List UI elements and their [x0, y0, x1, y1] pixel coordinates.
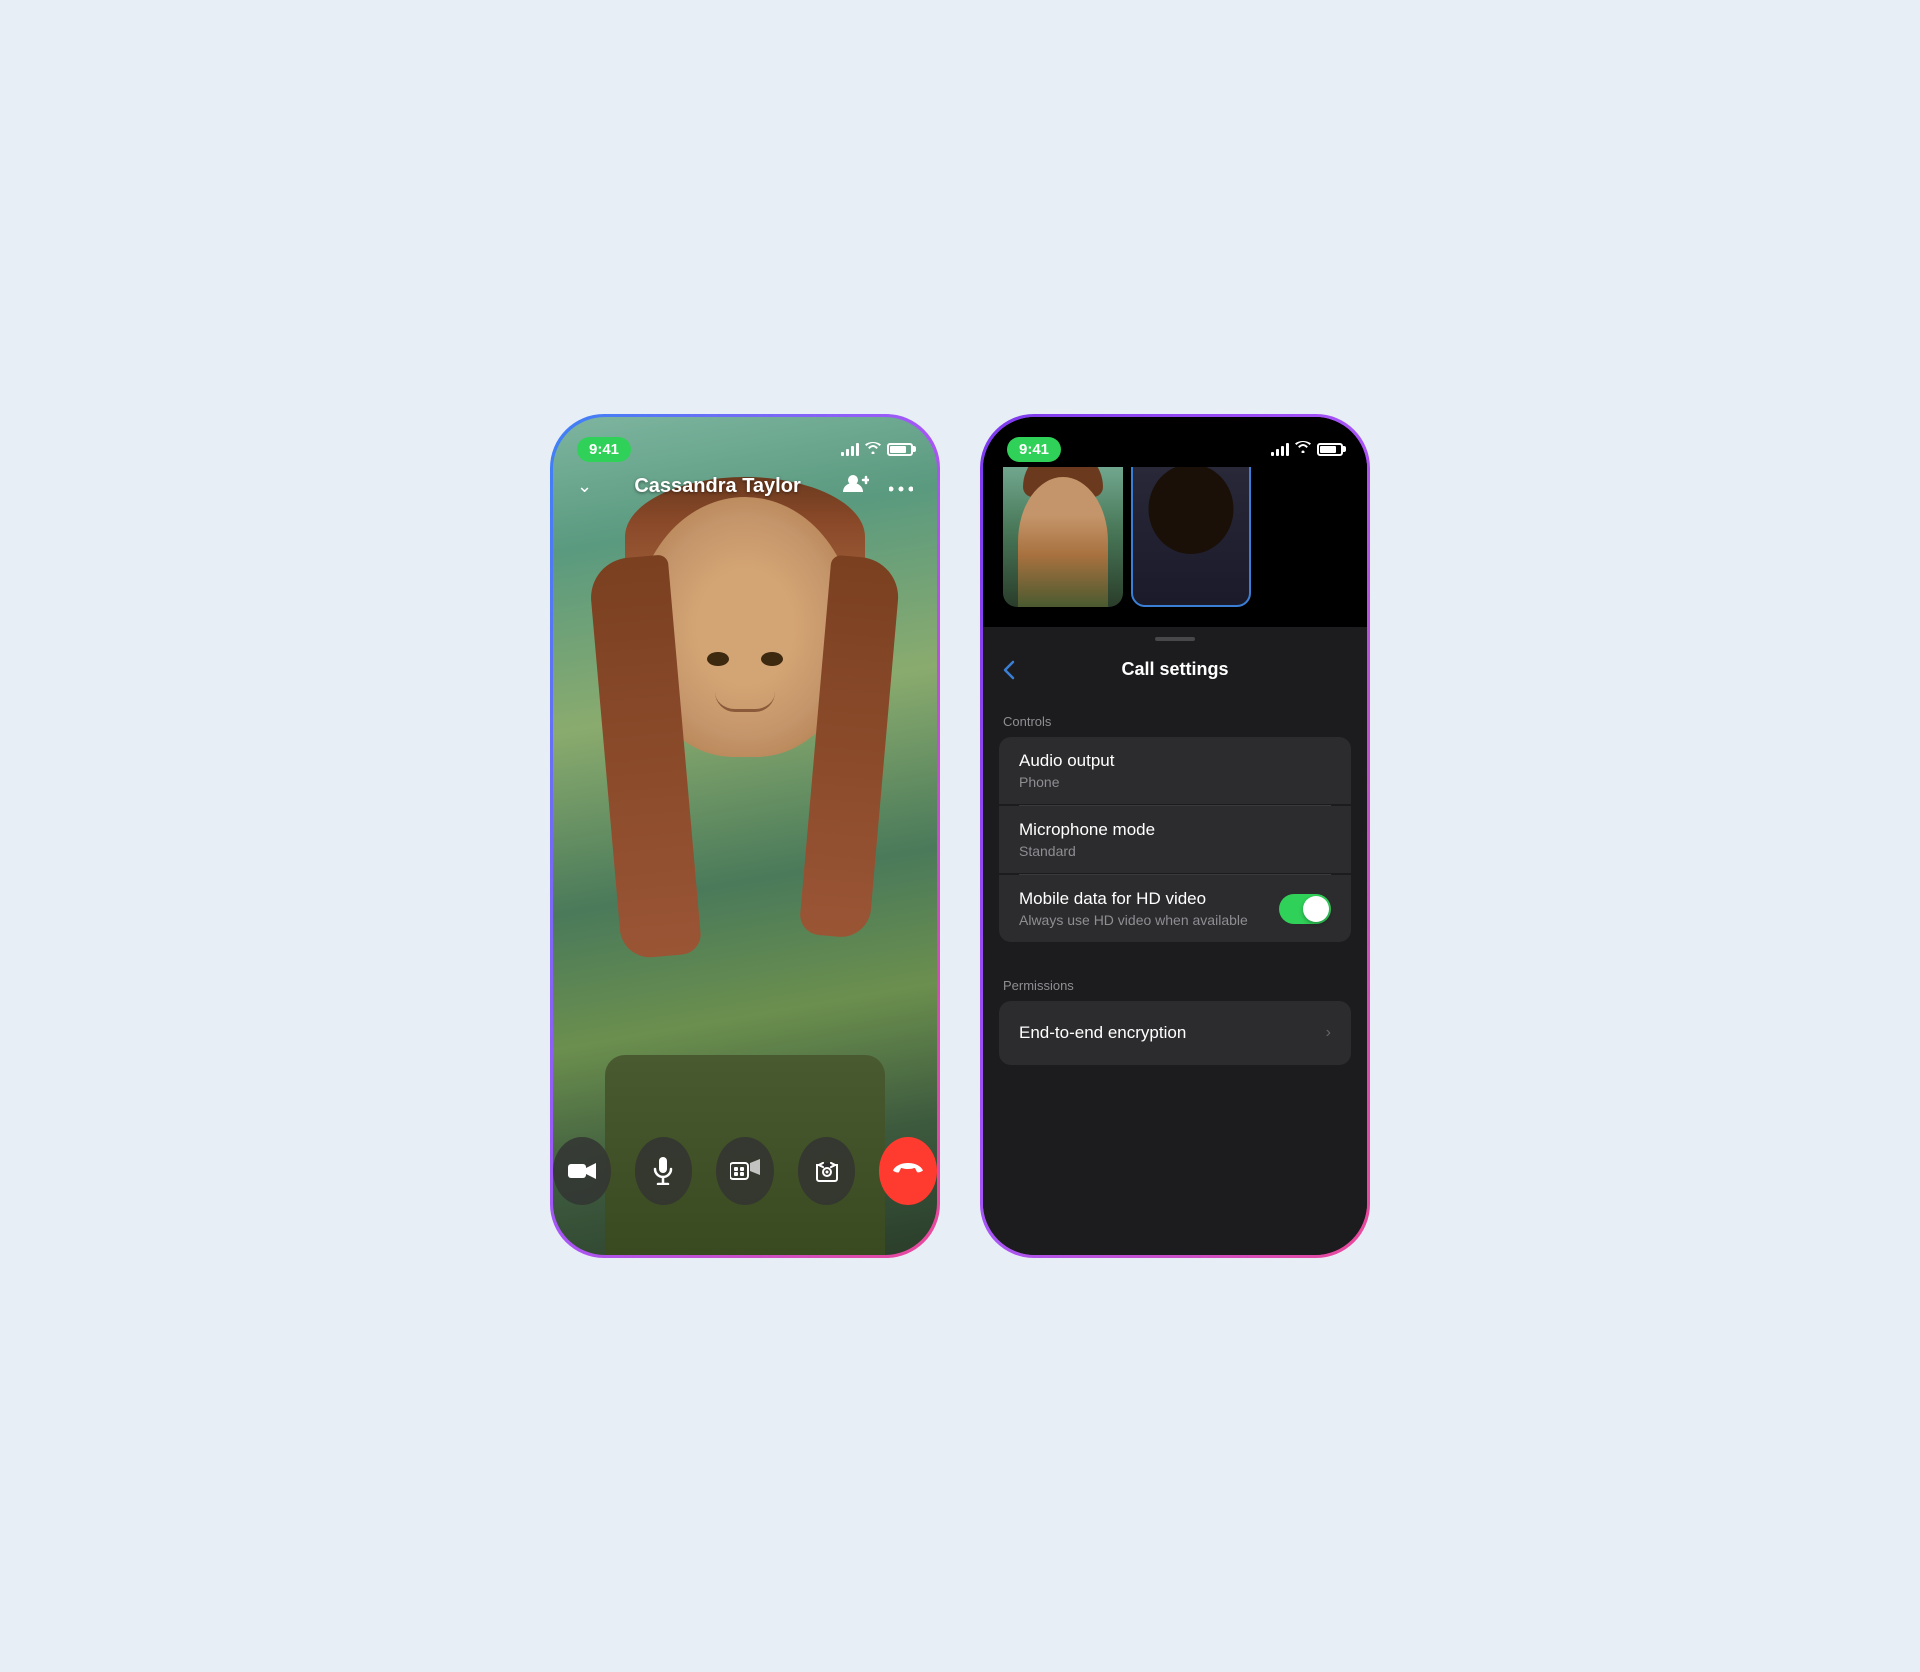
- main-container: 9:41: [550, 414, 1370, 1258]
- right-status-bar: 9:41: [983, 417, 1367, 467]
- settings-content: Call settings Controls Audio output Phon…: [983, 627, 1367, 1255]
- microphone-button[interactable]: [635, 1137, 693, 1205]
- hd-video-toggle[interactable]: [1279, 894, 1331, 924]
- right-phone: 9:41: [980, 414, 1370, 1258]
- microphone-mode-subtitle: Standard: [1019, 843, 1155, 859]
- header-actions: [843, 472, 913, 500]
- flip-camera-button[interactable]: [798, 1137, 856, 1205]
- microphone-mode-row[interactable]: Microphone mode Standard: [999, 806, 1351, 873]
- right-signal-icon: [1271, 442, 1289, 456]
- eye-left-decoration: [707, 652, 729, 666]
- smile-decoration: [715, 692, 775, 712]
- thumbnail-1[interactable]: [1003, 447, 1123, 607]
- signal-icon: [841, 442, 859, 456]
- mobile-data-hd-row[interactable]: Mobile data for HD video Always use HD v…: [999, 875, 1351, 942]
- add-person-icon[interactable]: [843, 472, 869, 500]
- status-icons: [841, 441, 913, 457]
- mobile-data-hd-content: Mobile data for HD video Always use HD v…: [1019, 889, 1248, 928]
- thumbnail-2[interactable]: [1131, 447, 1251, 607]
- right-status-icons: [1271, 440, 1343, 458]
- permissions-section-label: Permissions: [983, 962, 1367, 1001]
- left-phone: 9:41: [550, 414, 940, 1258]
- microphone-mode-title: Microphone mode: [1019, 820, 1155, 840]
- effects-button[interactable]: [716, 1137, 774, 1205]
- settings-screen: 9:41: [983, 417, 1367, 1255]
- controls-section: Audio output Phone Microphone mode Stand…: [999, 737, 1351, 942]
- more-options-icon[interactable]: [889, 475, 913, 498]
- left-time: 9:41: [577, 437, 631, 462]
- mobile-data-hd-title: Mobile data for HD video: [1019, 889, 1248, 909]
- call-controls: [553, 1137, 937, 1205]
- back-button[interactable]: [1003, 660, 1015, 680]
- mobile-data-hd-subtitle: Always use HD video when available: [1019, 912, 1248, 928]
- audio-output-content: Audio output Phone: [1019, 751, 1114, 790]
- settings-header: Call settings: [983, 641, 1367, 698]
- video-button[interactable]: [553, 1137, 611, 1205]
- right-wifi-icon: [1295, 440, 1311, 458]
- end-to-end-title: End-to-end encryption: [1019, 1023, 1186, 1043]
- left-status-bar: 9:41: [553, 417, 937, 467]
- chevron-right-icon: ›: [1326, 1024, 1331, 1042]
- eye-right-decoration: [761, 652, 783, 666]
- toggle-container: [1279, 894, 1331, 924]
- permissions-section: End-to-end encryption ›: [999, 1001, 1351, 1065]
- video-feed: [553, 417, 937, 1255]
- microphone-mode-content: Microphone mode Standard: [1019, 820, 1155, 859]
- right-time: 9:41: [1007, 437, 1061, 462]
- settings-title: Call settings: [1121, 659, 1228, 680]
- audio-output-row[interactable]: Audio output Phone: [999, 737, 1351, 804]
- encryption-chevron-container: ›: [1326, 1024, 1331, 1042]
- wifi-icon: [865, 441, 881, 457]
- end-to-end-content: End-to-end encryption: [1019, 1023, 1186, 1043]
- audio-output-title: Audio output: [1019, 751, 1114, 771]
- right-battery-icon: [1317, 443, 1343, 456]
- caller-name: Cassandra Taylor: [634, 475, 800, 498]
- toggle-knob: [1303, 896, 1329, 922]
- chevron-down-icon[interactable]: ⌄: [577, 476, 592, 497]
- controls-section-label: Controls: [983, 698, 1367, 737]
- end-to-end-encryption-row[interactable]: End-to-end encryption ›: [999, 1001, 1351, 1065]
- battery-icon: [887, 443, 913, 456]
- end-call-button[interactable]: [879, 1137, 937, 1205]
- call-header: ⌄ Cassandra Taylor: [553, 472, 937, 500]
- audio-output-subtitle: Phone: [1019, 774, 1114, 790]
